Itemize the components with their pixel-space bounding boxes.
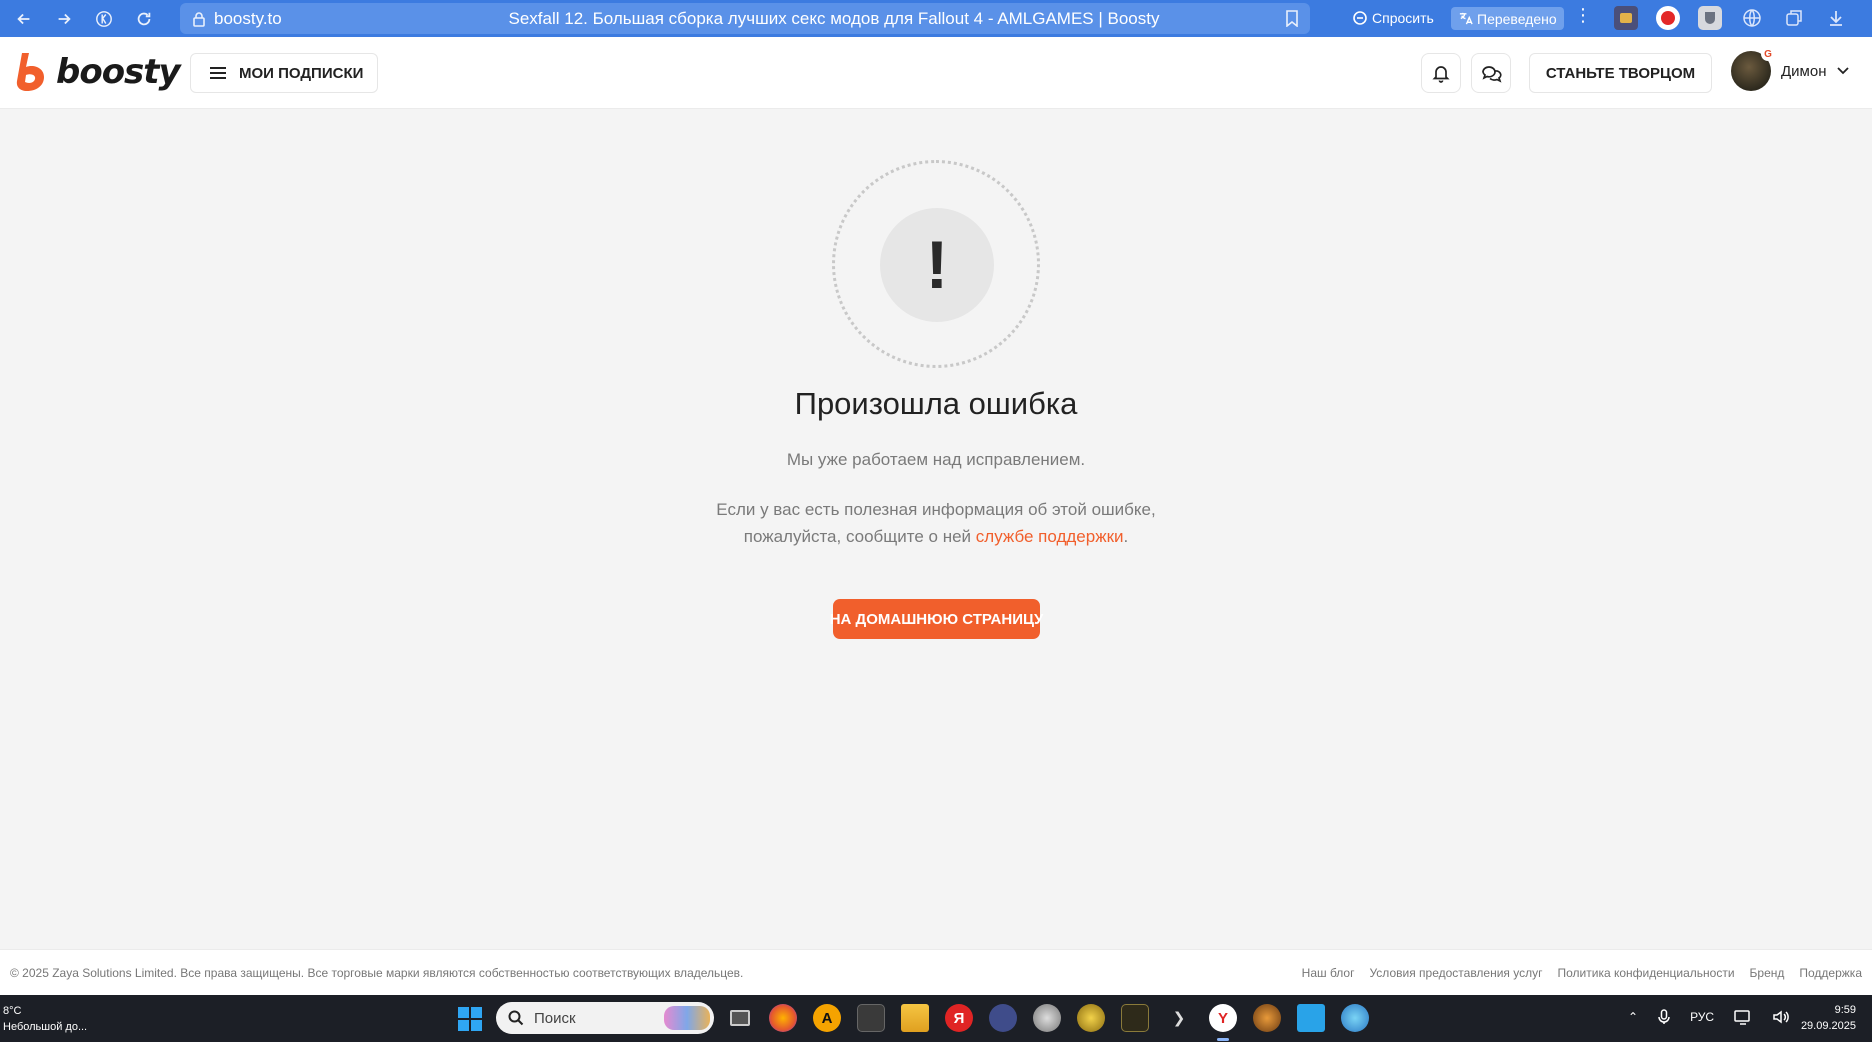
go-home-button[interactable]: НА ДОМАШНЮЮ СТРАНИЦУ <box>830 599 1043 639</box>
clock-time: 9:59 <box>1834 1004 1856 1016</box>
language-indicator[interactable]: РУС <box>1690 1010 1714 1024</box>
exclamation-mark: ! <box>925 227 949 303</box>
app-round-icon[interactable] <box>1033 1004 1061 1032</box>
yandex-profile-button[interactable] <box>84 0 124 37</box>
extension-shield-icon[interactable] <box>1698 6 1722 30</box>
extension-record-icon[interactable] <box>1656 6 1680 30</box>
windows-start-icon[interactable] <box>458 1007 482 1031</box>
file-explorer-icon[interactable] <box>901 1004 929 1032</box>
alice-icon <box>1353 11 1367 25</box>
my-subscriptions-label: МОИ ПОДПИСКИ <box>239 64 364 82</box>
app-arrow-icon[interactable]: ❯ <box>1165 1004 1193 1032</box>
microphone-icon[interactable] <box>1658 1009 1670 1025</box>
task-view-icon[interactable] <box>726 1004 754 1032</box>
footer-link-blog[interactable]: Наш блог <box>1302 966 1355 980</box>
error-text-line1: Если у вас есть полезная информация об э… <box>716 500 1156 519</box>
system-tray: ⌃ РУС <box>1628 1009 1790 1025</box>
search-placeholder: Поиск <box>534 1009 576 1027</box>
logo-text: boosty <box>56 52 181 92</box>
browser-toolbar: boosty.to Sexfall 12. Большая сборка луч… <box>0 0 1872 37</box>
bookmark-icon[interactable] <box>1274 10 1310 27</box>
chat-icon <box>1482 66 1502 83</box>
globe-icon[interactable] <box>1740 6 1764 30</box>
yandex-app-icon[interactable]: Я <box>945 1004 973 1032</box>
page-tab-title: Sexfall 12. Большая сборка лучших секс м… <box>508 8 1160 28</box>
footer-link-brand[interactable]: Бренд <box>1750 966 1785 980</box>
translated-button[interactable]: Переведено <box>1451 7 1564 30</box>
site-footer: © 2025 Zaya Solutions Limited. Все права… <box>0 949 1872 995</box>
footer-link-support[interactable]: Поддержка <box>1799 966 1862 980</box>
footer-link-terms[interactable]: Условия предоставления услуг <box>1369 966 1542 980</box>
app-dark-icon[interactable] <box>1121 1004 1149 1032</box>
address-domain[interactable]: boosty.to <box>214 9 454 29</box>
menu-icon <box>210 67 226 79</box>
clock-date: 29.09.2025 <box>1800 1020 1856 1032</box>
search-icon <box>508 1010 524 1026</box>
yandex-browser-icon[interactable]: Y <box>1209 1004 1237 1032</box>
notifications-button[interactable] <box>1421 53 1461 93</box>
footer-copyright: © 2025 Zaya Solutions Limited. Все права… <box>10 965 744 980</box>
arrow-left-icon <box>17 13 30 24</box>
error-subtitle: Мы уже работаем над исправлением. <box>786 450 1086 469</box>
translate-icon <box>1459 12 1473 25</box>
app-a-icon[interactable]: A <box>813 1004 841 1032</box>
search-highlight-image <box>664 1006 710 1030</box>
lock-icon <box>184 11 214 27</box>
user-menu[interactable]: G Димон <box>1731 47 1850 91</box>
steam-like-icon[interactable] <box>989 1004 1017 1032</box>
collections-icon[interactable] <box>1782 6 1806 30</box>
chevron-down-icon[interactable] <box>1836 66 1850 76</box>
chevron-up-icon[interactable]: ⌃ <box>1628 1010 1638 1024</box>
back-button[interactable] <box>4 0 44 37</box>
more-menu-icon[interactable]: ⋮ <box>1574 5 1592 26</box>
firefox-icon[interactable] <box>769 1004 797 1032</box>
my-subscriptions-button[interactable]: МОИ ПОДПИСКИ <box>190 53 378 93</box>
app-horse-icon[interactable] <box>1253 1004 1281 1032</box>
boosty-logo[interactable]: boosty <box>14 51 181 93</box>
bell-icon <box>1432 66 1450 83</box>
network-icon[interactable] <box>1734 1009 1752 1025</box>
error-description: Если у вас есть полезная информация об э… <box>636 496 1236 550</box>
reload-button[interactable] <box>124 0 164 37</box>
become-creator-button[interactable]: СТАНЬТЕ ТВОРЦОМ <box>1529 53 1712 93</box>
system-clock[interactable]: 9:59 29.09.2025 <box>1794 1002 1856 1034</box>
arrow-right-icon <box>58 13 71 24</box>
translated-label: Переведено <box>1477 10 1557 27</box>
weather-temp: 8°C <box>3 1005 22 1017</box>
error-text-line2: пожалуйста, сообщите о ней службе поддер… <box>636 523 1236 550</box>
boosty-logo-icon <box>16 53 44 91</box>
volume-icon[interactable] <box>1772 1009 1790 1025</box>
weather-widget[interactable]: 8°C Небольшой до... <box>3 1003 87 1035</box>
forward-button[interactable] <box>44 0 84 37</box>
error-text-prefix: пожалуйста, сообщите о ней <box>743 527 976 546</box>
game-app-icon[interactable] <box>857 1004 885 1032</box>
footer-link-privacy[interactable]: Политика конфиденциальности <box>1558 966 1735 980</box>
extensions-bar <box>1614 6 1848 30</box>
ask-alice-button[interactable]: Спросить <box>1352 7 1434 29</box>
windows-taskbar: 8°C Небольшой до... Поиск A Я ❯ Y ⌃ РУС … <box>0 995 1872 1042</box>
ask-label: Спросить <box>1372 10 1434 26</box>
error-icon: ! <box>880 208 994 322</box>
footer-links: Наш блог Условия предоставления услуг По… <box>1302 966 1862 980</box>
taskbar-search[interactable]: Поиск <box>496 1002 714 1034</box>
download-icon[interactable] <box>1824 6 1848 30</box>
messages-button[interactable] <box>1471 53 1511 93</box>
address-bar[interactable]: boosty.to Sexfall 12. Большая сборка луч… <box>180 3 1310 34</box>
user-name: Димон <box>1781 62 1827 80</box>
error-text-suffix: . <box>1123 527 1129 546</box>
app-globe-icon[interactable] <box>1341 1004 1369 1032</box>
notepad-icon[interactable] <box>1297 1004 1325 1032</box>
reload-icon <box>137 12 151 25</box>
support-link[interactable]: службе поддержки <box>976 527 1124 546</box>
site-header: boosty МОИ ПОДПИСКИ СТАНЬТЕ ТВОРЦОМ G Ди… <box>0 37 1872 109</box>
yandex-circle-icon <box>96 10 112 27</box>
weather-desc: Небольшой до... <box>3 1021 88 1033</box>
active-app-indicator <box>1217 1038 1229 1041</box>
app-gold-icon[interactable] <box>1077 1004 1105 1032</box>
avatar[interactable]: G <box>1731 47 1775 91</box>
avatar-badge: G <box>1761 47 1775 61</box>
extension-media-icon[interactable] <box>1614 6 1638 30</box>
error-title: Произошла ошибка <box>794 386 1078 421</box>
